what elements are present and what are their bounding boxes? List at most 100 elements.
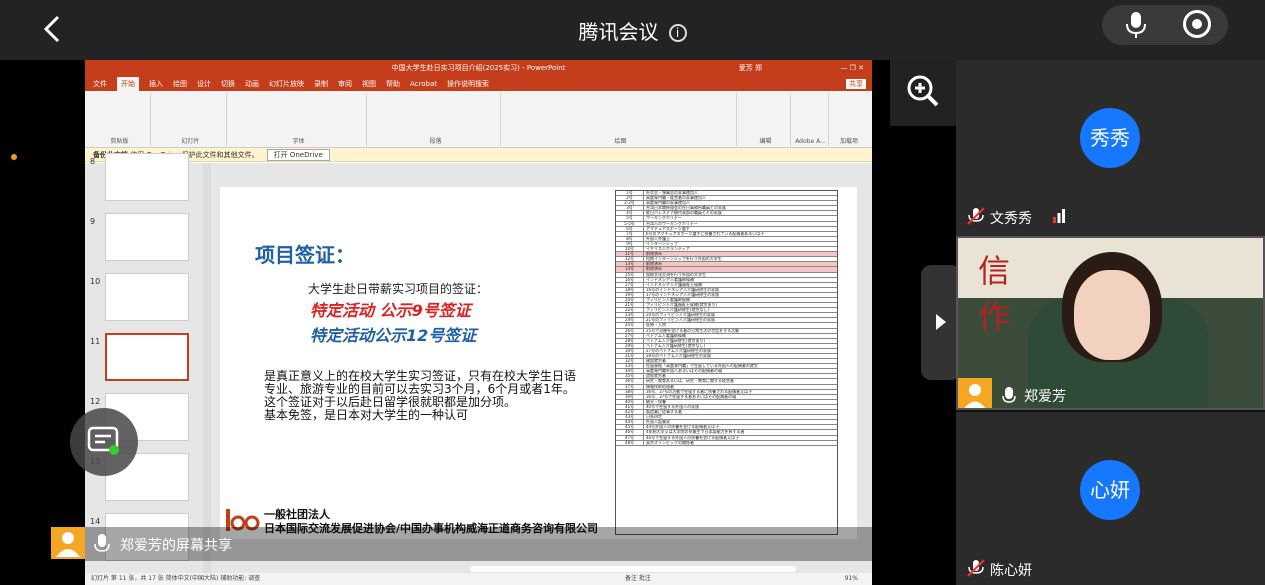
thumbnail-number: 9 <box>90 217 96 226</box>
visa-12-line: 特定活动公示12号签证 <box>310 326 477 345</box>
thumbnail-number: 8 <box>90 157 96 166</box>
row-text: インターンシップ <box>646 241 678 246</box>
status-text: 幻灯片 第 11 张，共 17 张 简体中文(中国大陆) 辅助功能: 调查 <box>91 575 261 582</box>
mic-muted-icon <box>967 207 985 225</box>
participant-tile-wenxiuxiu[interactable]: 秀秀 文秀秀 <box>956 60 1265 236</box>
floating-caption-button[interactable] <box>70 408 138 476</box>
ppt-tab[interactable]: 录制 <box>314 77 328 91</box>
ppt-tab[interactable]: 绘图 <box>173 77 187 91</box>
row-text: フィリピン人介護研修生(就労なし) <box>646 308 710 313</box>
participant-tile-chenxinyan[interactable]: 心妍 陈心妍 <box>956 412 1265 585</box>
microphone-icon <box>94 534 110 552</box>
ppt-tab[interactable]: 设计 <box>197 77 211 91</box>
visa-9-line: 特定活动 公示9号签证 <box>310 301 471 320</box>
info-icon[interactable]: i <box>668 24 687 42</box>
row-text: アマチュアスポーツ選手 <box>646 226 690 231</box>
slide-thumbnail[interactable] <box>105 213 189 261</box>
row-text: 削除済み <box>646 262 662 267</box>
ppt-tab[interactable]: 开始 <box>117 77 139 91</box>
status-notes[interactable]: 备注 批注 <box>625 573 651 585</box>
caption-icon <box>87 426 119 455</box>
row-text: 造船就労者 <box>646 374 666 379</box>
row-number: 26号 <box>616 328 644 333</box>
open-onedrive-button[interactable]: 打开 OneDrive <box>266 149 330 161</box>
row-number: 15号 <box>616 272 644 277</box>
ribbon-group-adobe[interactable]: Adobe A... <box>793 93 829 146</box>
ribbon-group-clipboard[interactable]: 剪贴板 <box>89 93 151 146</box>
visa-category-table: 1号 外交官・領事官の家事使用人 2号 高度専門職・経営者の家事使用人 2-2号 高度専門… <box>615 190 838 535</box>
row-text: 44号外国人の扶養を受ける配偶者又は子 <box>646 425 720 430</box>
ppt-tab[interactable]: 操作说明搜索 <box>447 77 489 91</box>
ppt-tab[interactable]: 幻灯片放映 <box>269 77 304 91</box>
row-text: 27号のベトナム人介護研修生の家族 <box>646 348 711 353</box>
window-controls-icon[interactable]: — ❐ ✕ <box>840 60 864 77</box>
ppt-tab[interactable]: 审阅 <box>338 77 352 91</box>
row-text: 外交官・領事官の家事使用人 <box>646 191 698 195</box>
row-text: 建設就労者 <box>646 359 666 364</box>
row-text: 6号のアマチュアスポーツ選手に扶養されている配偶者あるいは子 <box>646 231 765 236</box>
row-number: 14号 <box>616 267 644 272</box>
ribbon-group-font[interactable]: 字体 <box>231 93 367 146</box>
screen-share-banner: 郑爱芳的屏幕共享 <box>0 527 956 561</box>
participant-avatar <box>958 378 992 408</box>
row-text: 20号のフィリピン人介護研修生の家族 <box>646 313 716 318</box>
row-number: 46号 <box>616 430 644 435</box>
person-icon <box>964 384 986 408</box>
ribbon-group-addins[interactable]: 加载项 <box>831 93 867 146</box>
row-text: 日系四世 <box>646 415 662 420</box>
participant-avatar: 秀秀 <box>1080 108 1140 168</box>
thumbnail-number: 11 <box>90 337 101 346</box>
row-text: 研究・教育あるいは、研究・教育に関する経営者 <box>646 379 734 384</box>
participant-avatar: 心妍 <box>1080 460 1140 520</box>
person-icon <box>56 532 80 557</box>
row-text: 製造業に従事する者 <box>646 410 682 415</box>
ppt-tab[interactable]: Acrobat <box>410 77 437 91</box>
slide-thumbnail[interactable] <box>105 333 189 381</box>
expand-panel-button[interactable] <box>921 265 961 380</box>
row-number: 36号 <box>616 379 644 384</box>
row-text: ベトナム人介護研修生(就労あり) <box>646 338 706 343</box>
ribbon-group-label: 绘图 <box>614 138 627 145</box>
slide-thumbnail[interactable] <box>105 153 189 201</box>
row-text: 在留資格「高度専門職」で在留している外国人の配偶者の就労 <box>646 364 758 369</box>
row-text: 情報技術処理者 <box>646 384 674 389</box>
ribbon-group-label: 编辑 <box>759 138 772 145</box>
slide-heading: 项目签证： <box>255 243 355 267</box>
row-text: 4年制大学又は大学院の卒業生で日本語能力を有する者 <box>646 430 745 435</box>
record-icon[interactable] <box>1183 10 1211 38</box>
ribbon-group-drawing[interactable]: 绘图 <box>505 93 737 146</box>
row-text: 台湾日本関係協会の在日事務所職員との家族 <box>646 206 726 211</box>
ppt-tab[interactable]: 插入 <box>149 77 163 91</box>
ppt-tab[interactable]: 切换 <box>221 77 235 91</box>
participant-video-zhengaifang[interactable]: 信 愚 作 赢 郑爱芳 <box>956 236 1265 410</box>
ribbon-group-slides[interactable]: 幻灯片 <box>155 93 227 146</box>
chevron-right-icon <box>936 314 946 330</box>
ppt-tab[interactable]: 动画 <box>245 77 259 91</box>
meeting-title: 腾讯会议 i <box>0 16 1265 45</box>
ppt-share-button[interactable]: 共享 <box>846 79 866 89</box>
microphone-icon[interactable] <box>1124 10 1148 40</box>
row-text: 東京オリンピックの関係者 <box>646 440 694 445</box>
row-number: 47号 <box>616 435 644 440</box>
microphone-icon <box>1002 387 1016 403</box>
ribbon-group-paragraph[interactable]: 段落 <box>371 93 501 146</box>
row-text: インドネシア人介護福祉士候補 <box>646 282 702 287</box>
ribbon-group-label: 加载项 <box>839 138 858 145</box>
row-text: 削除済み <box>646 267 662 272</box>
current-slide: 项目签证： 大学生赴日带薪实习项目的签证： 特定活动 公示9号签证 特定活动公示… <box>220 187 857 539</box>
row-number: 25号 <box>616 323 644 328</box>
ppt-tab[interactable]: 文件 <box>93 77 107 91</box>
participant-name: 文秀秀 <box>990 211 1032 227</box>
ppt-tab[interactable]: 帮助 <box>386 77 400 91</box>
ppt-tab[interactable]: 视图 <box>362 77 376 91</box>
ribbon-group-label: Adobe A... <box>795 138 826 145</box>
row-text: 外国人弁護士 <box>646 236 670 241</box>
thumbnail-scrollbar[interactable] <box>203 163 211 573</box>
thumbnail-number: 12 <box>90 397 101 406</box>
ribbon-group-label: 剪贴板 <box>110 138 129 145</box>
zoom-level[interactable]: 91% <box>845 573 858 585</box>
slide-thumbnail[interactable] <box>105 273 189 321</box>
home-indicator[interactable] <box>470 566 796 572</box>
zoom-button[interactable] <box>890 60 956 126</box>
ribbon-group-editing[interactable]: 编辑 <box>741 93 791 146</box>
